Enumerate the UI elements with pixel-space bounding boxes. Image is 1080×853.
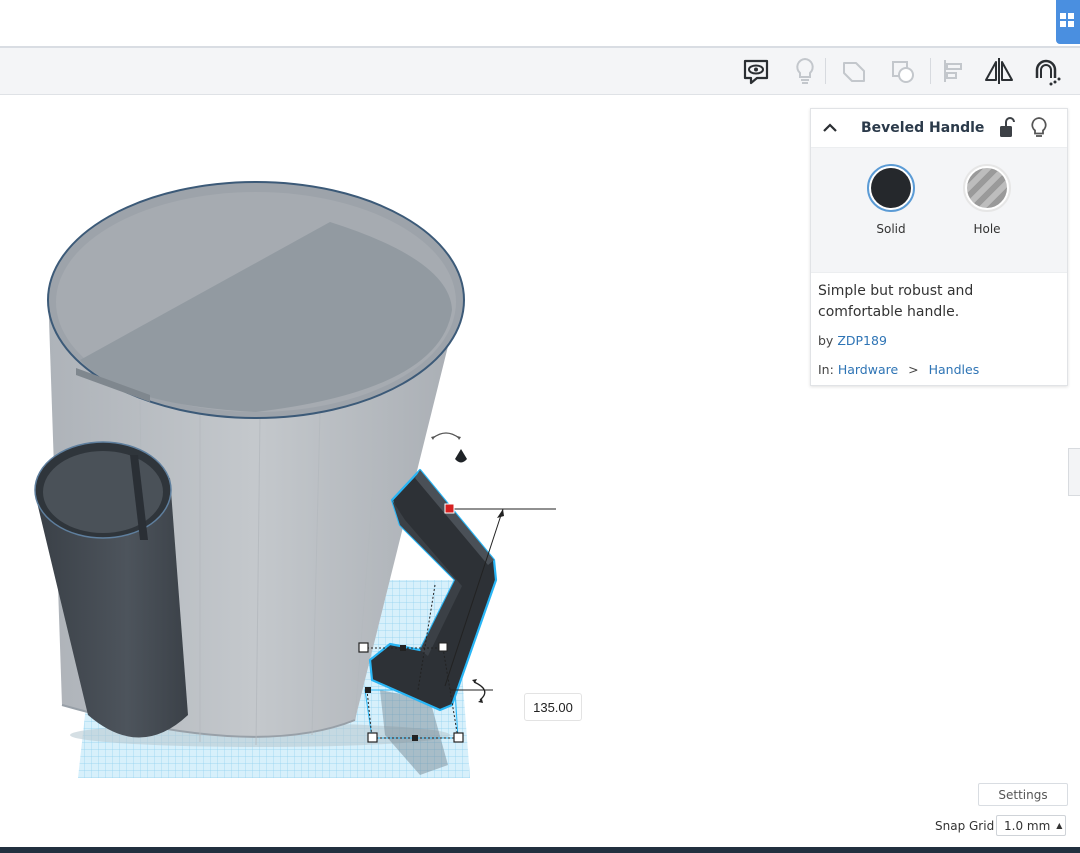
breadcrumb-separator: > — [908, 362, 919, 377]
rotate-arrow-icon[interactable] — [432, 432, 460, 439]
author-line: by ZDP189 — [811, 333, 1067, 348]
ungroup-icon — [892, 61, 914, 83]
shape-inspector-panel: Beveled Handle Solid Hole Simple but rob… — [810, 108, 1068, 386]
by-prefix: by — [818, 333, 834, 348]
resize-handle[interactable] — [367, 732, 378, 743]
group-button[interactable] — [837, 54, 871, 88]
apps-grid-icon — [1068, 21, 1074, 27]
lock-icon[interactable] — [997, 117, 1017, 139]
caret-up-icon: ▲ — [1056, 821, 1063, 830]
group-icon — [843, 62, 865, 82]
align-button[interactable] — [936, 54, 970, 88]
solid-swatch[interactable] — [871, 168, 911, 208]
resize-handle[interactable] — [400, 645, 406, 651]
apps-grid-icon — [1060, 13, 1066, 19]
resize-handle[interactable] — [453, 732, 464, 743]
bottom-strip — [0, 847, 1080, 853]
shape-title: Beveled Handle — [861, 120, 985, 136]
snap-grid-value: 1.0 mm — [1004, 818, 1051, 833]
resize-handle-red[interactable] — [444, 503, 455, 514]
subcategory-link[interactable]: Handles — [929, 362, 980, 377]
align-icon — [944, 60, 962, 82]
shapes-panel-toggle[interactable] — [1068, 448, 1080, 496]
mirror-icon — [985, 58, 1013, 84]
inspector-header: Beveled Handle — [811, 109, 1067, 148]
top-bar — [0, 0, 1080, 48]
solid-label: Solid — [876, 222, 906, 236]
toolbar-divider — [825, 58, 826, 84]
apps-grid-icon — [1068, 13, 1074, 19]
resize-handle[interactable] — [358, 642, 369, 653]
show-all-button[interactable] — [788, 54, 822, 88]
ungroup-button[interactable] — [886, 54, 920, 88]
solid-swatch-ring[interactable] — [867, 164, 915, 212]
category-line: In: Hardware > Handles — [811, 362, 1067, 377]
category-link[interactable]: Hardware — [838, 362, 898, 377]
hole-swatch[interactable] — [967, 168, 1007, 208]
notes-icon — [743, 59, 769, 85]
snap-grid-label: Snap Grid — [935, 819, 995, 833]
solid-option[interactable]: Solid — [851, 164, 931, 236]
rotate-arrow-icon[interactable] — [473, 681, 486, 701]
snap-grid-select[interactable]: 1.0 mm ▲ — [996, 815, 1066, 836]
material-selector: Solid Hole — [811, 148, 1067, 273]
lightbulb-icon — [796, 57, 814, 84]
toolbar — [0, 48, 1080, 95]
hole-option[interactable]: Hole — [947, 164, 1027, 236]
shape-description: Simple but robust and comfortable handle… — [818, 283, 974, 320]
in-prefix: In: — [818, 362, 834, 377]
resize-handle[interactable] — [412, 735, 418, 741]
magnet-button[interactable] — [1029, 54, 1063, 88]
resize-handle[interactable] — [438, 642, 448, 652]
author-link[interactable]: ZDP189 — [837, 333, 887, 348]
apps-grid-button[interactable] — [1056, 0, 1080, 44]
dimension-value-label[interactable]: 135.00 — [524, 693, 582, 721]
mirror-button[interactable] — [982, 54, 1016, 88]
apps-grid-icon — [1060, 21, 1066, 27]
settings-button[interactable]: Settings — [978, 783, 1068, 806]
magnet-icon — [1035, 59, 1061, 86]
hole-label: Hole — [973, 222, 1001, 236]
toolbar-divider — [930, 58, 931, 84]
resize-handle[interactable] — [365, 687, 371, 693]
notes-button[interactable] — [739, 54, 773, 88]
lift-cone-icon[interactable] — [455, 449, 467, 463]
hole-swatch-ring[interactable] — [963, 164, 1011, 212]
dimension-arrow-icon — [497, 509, 504, 518]
chevron-up-icon[interactable] — [821, 119, 839, 137]
lightbulb-icon[interactable] — [1029, 116, 1049, 140]
